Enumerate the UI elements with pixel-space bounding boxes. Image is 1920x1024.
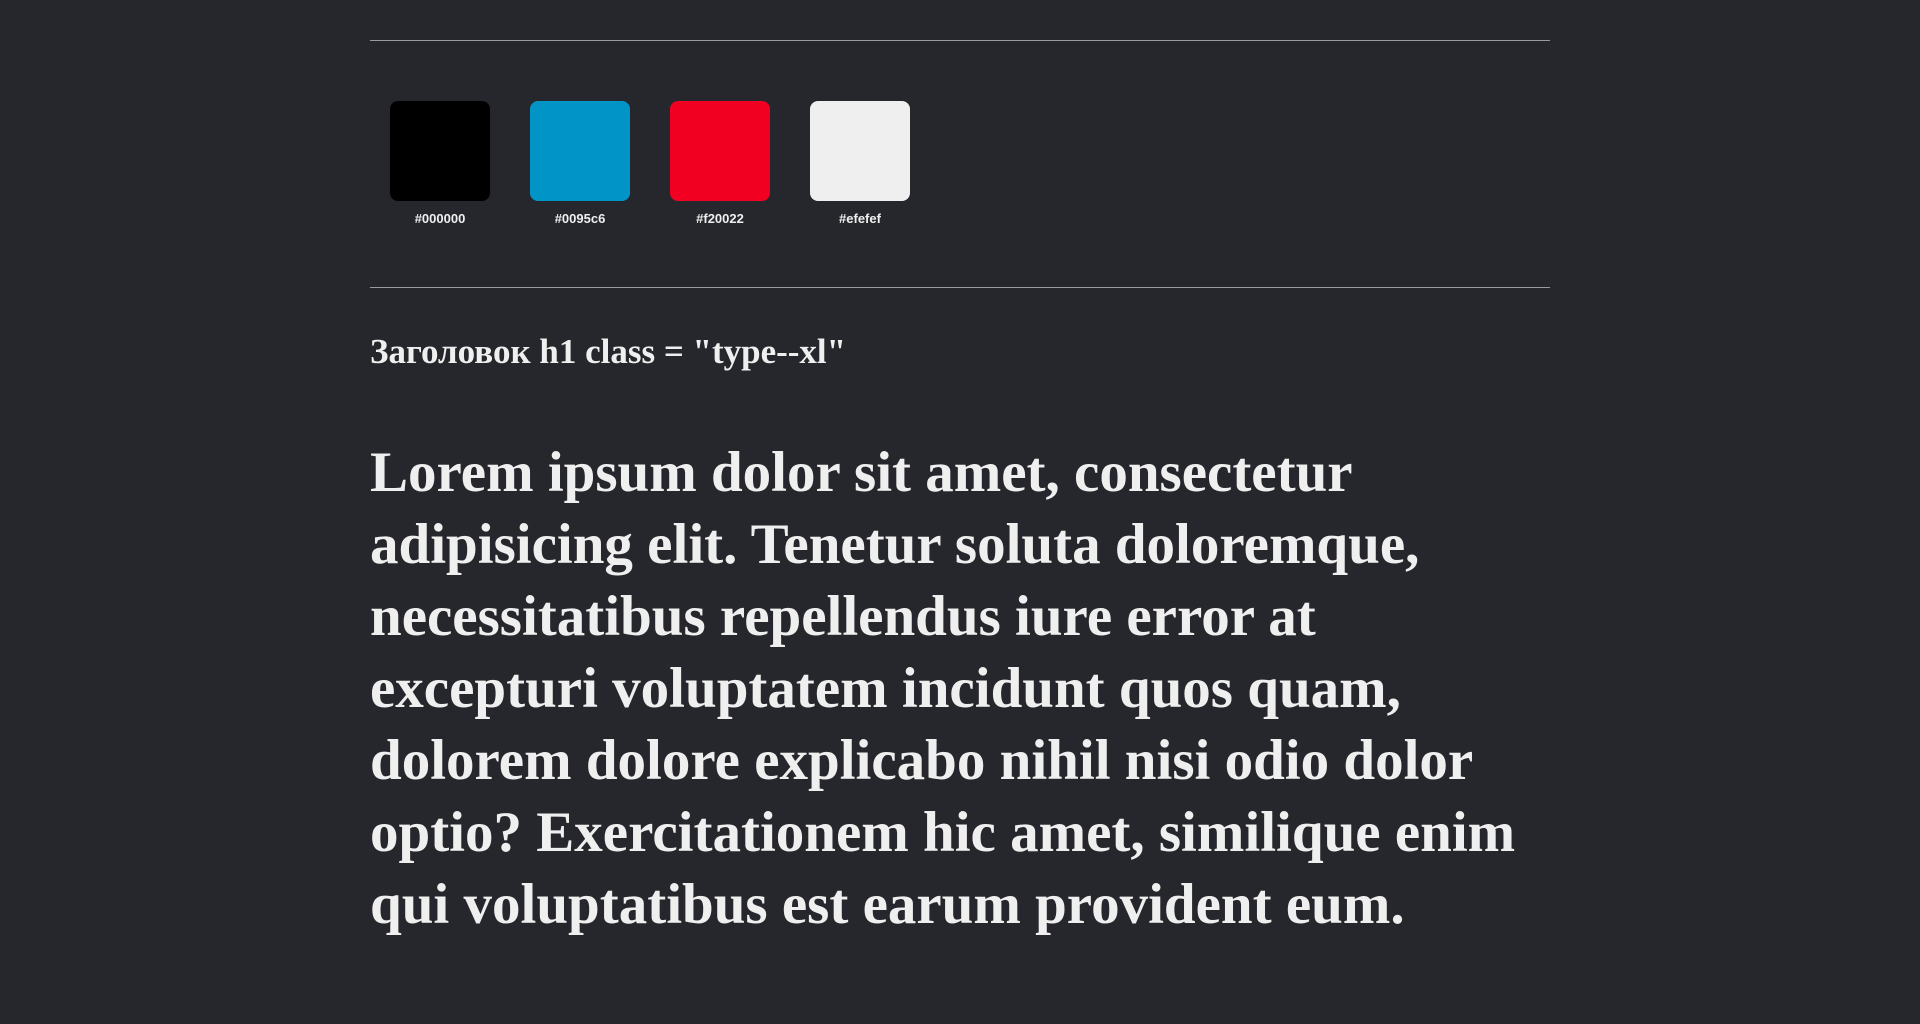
swatch-chip-light-gray	[810, 101, 910, 201]
swatch-chip-red	[670, 101, 770, 201]
swatch-code-red: #f20022	[696, 211, 744, 226]
top-divider	[370, 40, 1550, 41]
color-palette: #000000 #0095c6 #f20022 #efefef	[390, 101, 990, 241]
swatch-code-light-gray: #efefef	[839, 211, 881, 226]
swatch-red: #f20022	[670, 101, 770, 227]
middle-divider	[370, 287, 1550, 288]
swatch-light-gray: #efefef	[810, 101, 910, 227]
heading-caption: Заголовок h1 class = "type--xl"	[370, 332, 847, 371]
swatch-code-black: #000000	[414, 211, 466, 226]
swatch-blue: #0095c6	[530, 101, 630, 227]
swatch-chip-black	[390, 101, 490, 201]
heading-sample-text: Lorem ipsum dolor sit amet, consectetur …	[370, 441, 1516, 936]
swatch-code-blue: #0095c6	[554, 211, 606, 226]
swatch-chip-blue	[530, 101, 630, 201]
swatch-black: #000000	[390, 101, 490, 227]
